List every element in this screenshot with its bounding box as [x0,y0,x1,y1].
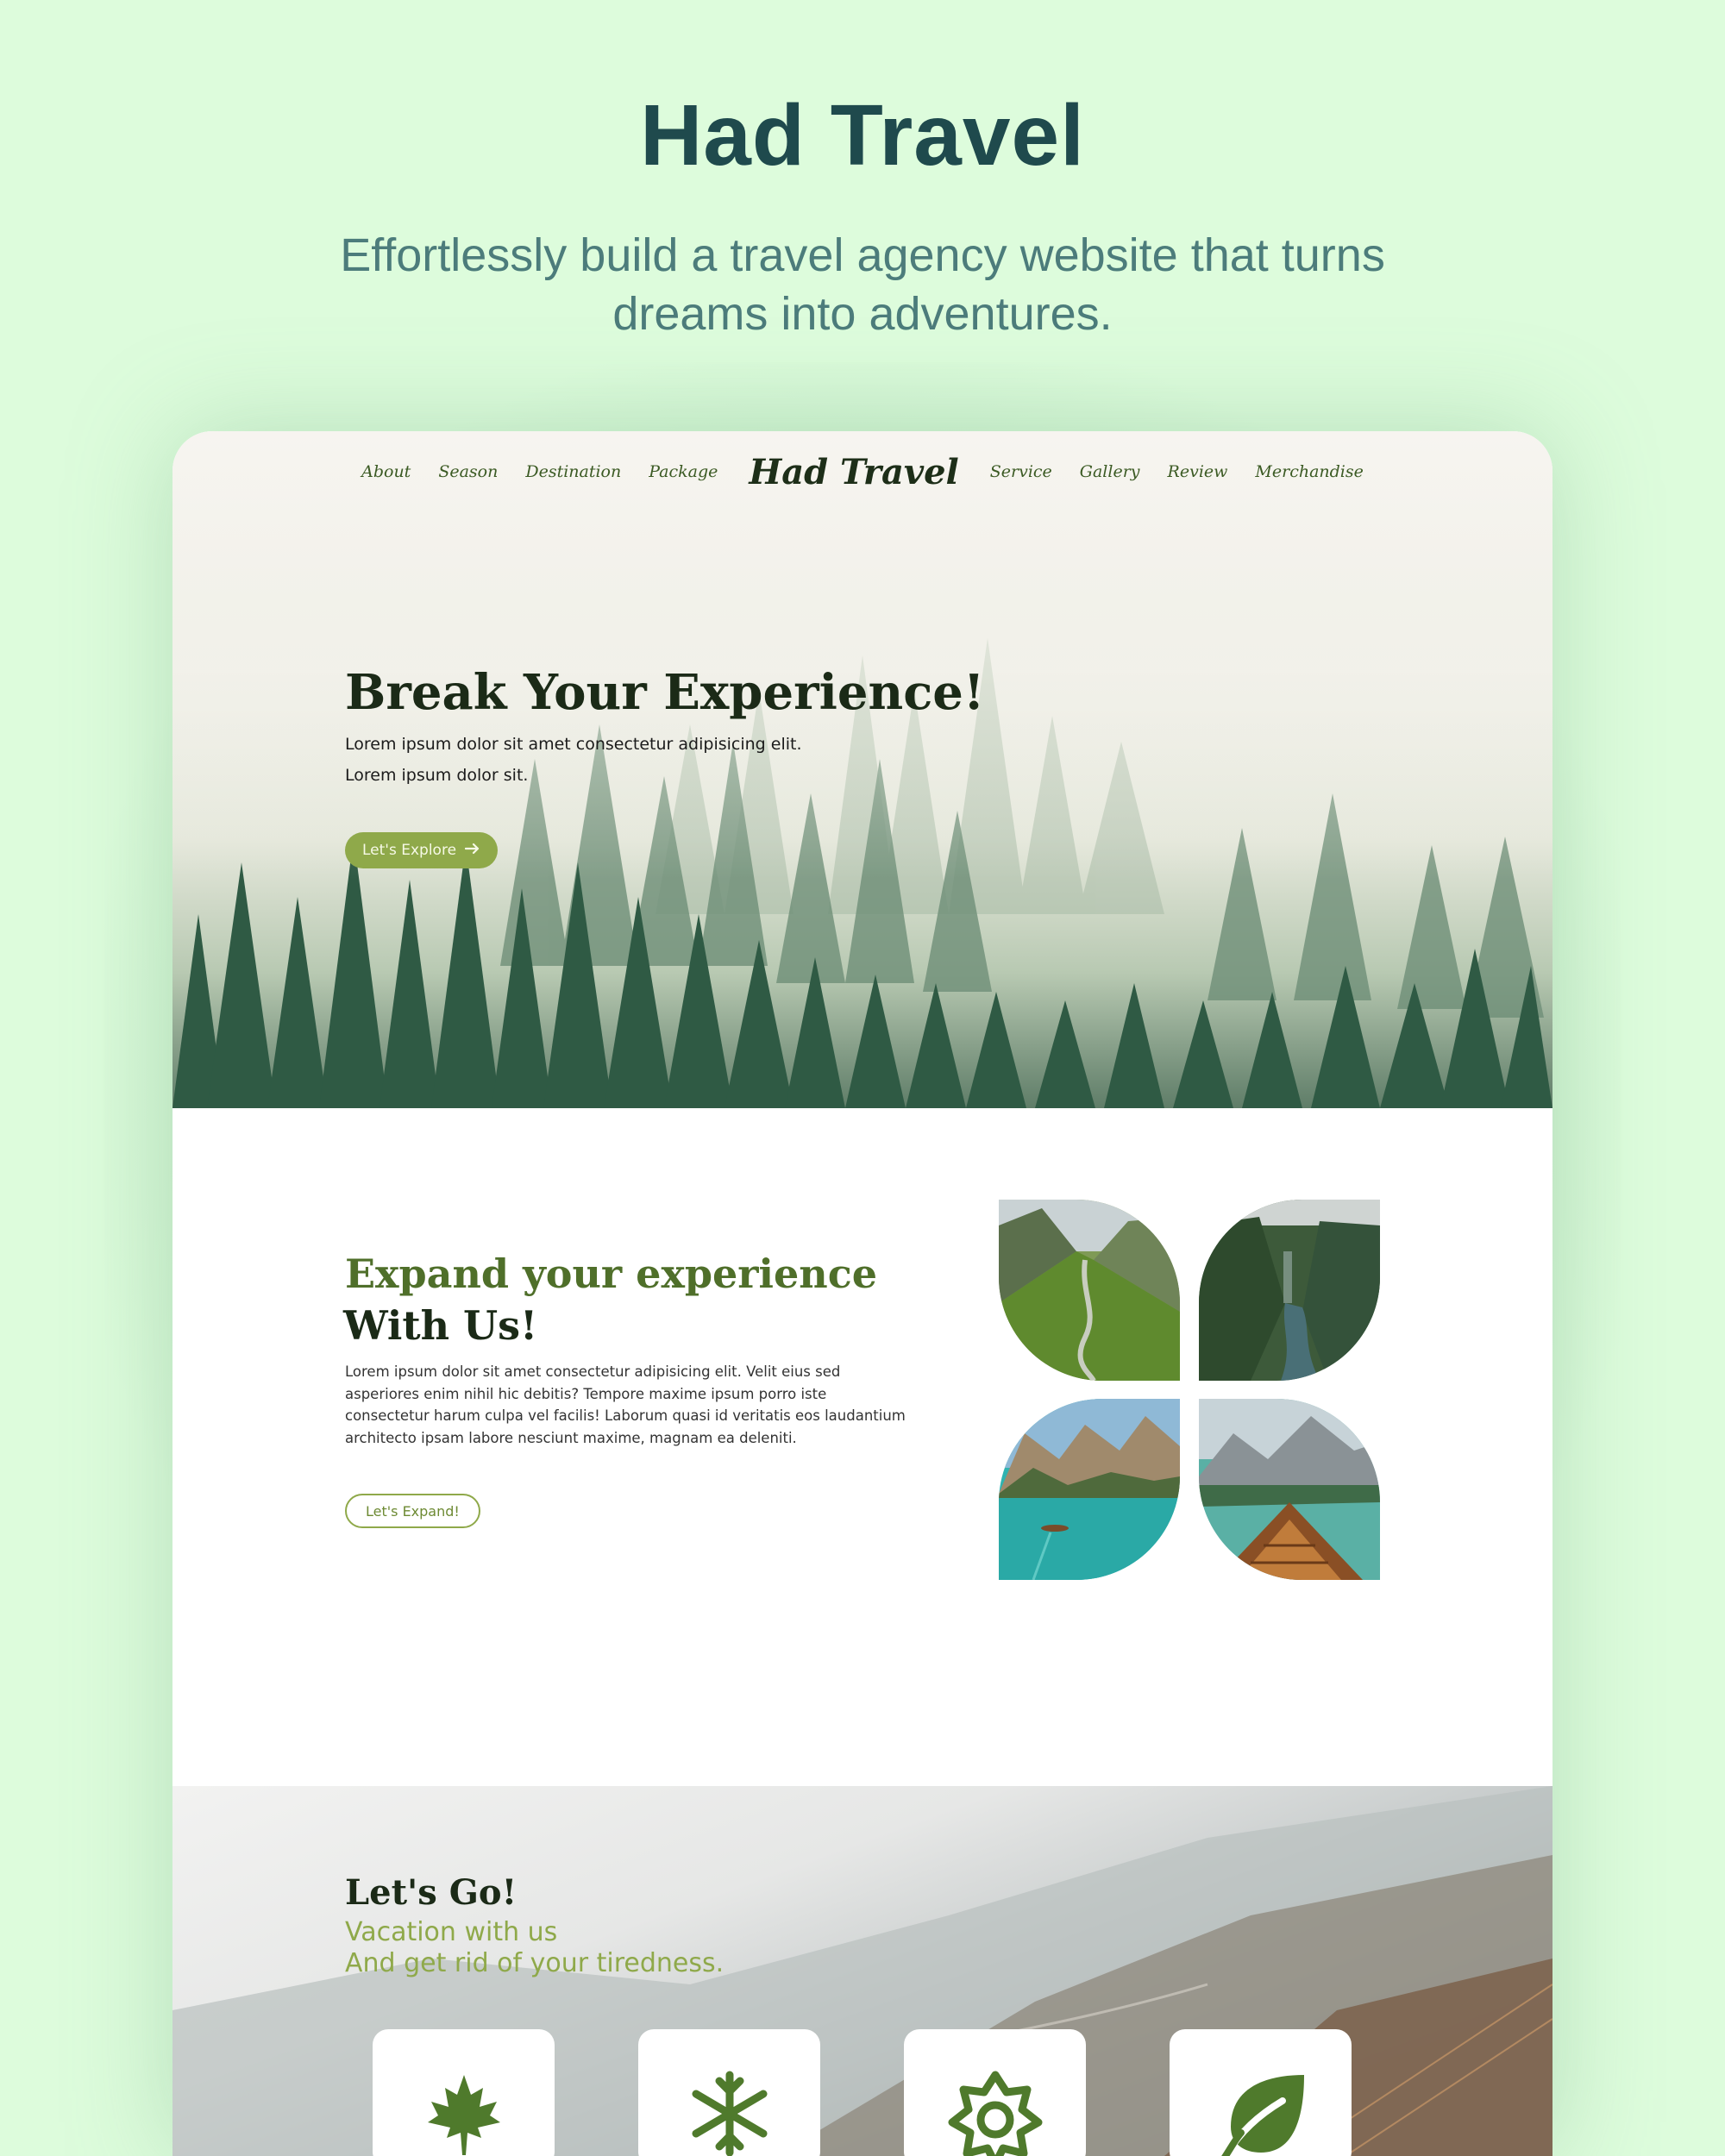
letsgo-line-1: Vacation with us [345,1917,558,1947]
expand-section: Expand your experience With Us! Lorem ip… [172,1108,1552,1786]
nav-brand-logo[interactable]: Had Travel [749,452,958,492]
arrow-right-icon [464,842,480,859]
gallery-image-valley[interactable] [999,1200,1180,1381]
hero-title: Break Your Experience! [345,664,985,721]
promo-tagline: Effortlessly build a travel agency websi… [340,229,1385,340]
hero-section: About Season Destination Package Had Tra… [172,431,1552,1108]
leaf-icon [1214,2071,1308,2156]
expand-button[interactable]: Let's Expand! [345,1494,480,1528]
hero-line-2: Lorem ipsum dolor sit. [345,766,529,785]
nav-item-package[interactable]: Package [649,462,718,481]
letsgo-section: Let's Go! Vacation with us And get rid o… [172,1786,1552,2156]
explore-button-label: Let's Explore [362,842,457,859]
website-mockup: About Season Destination Package Had Tra… [172,431,1552,2156]
hero-description: Lorem ipsum dolor sit amet consectetur a… [345,729,802,791]
explore-button[interactable]: Let's Explore [345,832,499,868]
letsgo-line-2: And get rid of your tiredness. [345,1948,724,1978]
expand-body: Lorem ipsum dolor sit amet consectetur a… [345,1363,906,1446]
nav-item-about[interactable]: About [361,462,411,481]
gallery-image-canyon[interactable] [1199,1200,1380,1381]
season-card-autumn[interactable] [373,2029,555,2156]
nav-item-review[interactable]: Review [1168,462,1228,481]
hero-line-1: Lorem ipsum dolor sit amet consectetur a… [345,735,802,754]
nav-item-season[interactable]: Season [438,462,498,481]
snowflake-icon [687,2071,773,2156]
nav-item-destination[interactable]: Destination [525,462,621,481]
expand-subtitle: With Us! [343,1302,538,1349]
main-nav: About Season Destination Package Had Tra… [172,450,1552,493]
letsgo-title: Let's Go! [345,1872,518,1913]
sun-icon [948,2071,1043,2156]
nav-item-service[interactable]: Service [990,462,1052,481]
season-card-winter[interactable] [638,2029,820,2156]
nav-item-gallery[interactable]: Gallery [1080,462,1140,481]
season-card-summer[interactable] [904,2029,1086,2156]
promo-title: Had Travel [640,87,1085,184]
expand-title: Expand your experience [345,1250,878,1297]
gallery-image-lake-boat[interactable] [999,1399,1180,1580]
gallery-image-wooden-boat[interactable] [1199,1399,1380,1580]
season-card-spring[interactable] [1170,2029,1352,2156]
nav-item-merchandise[interactable]: Merchandise [1255,462,1363,481]
maple-leaf-icon [421,2071,507,2156]
